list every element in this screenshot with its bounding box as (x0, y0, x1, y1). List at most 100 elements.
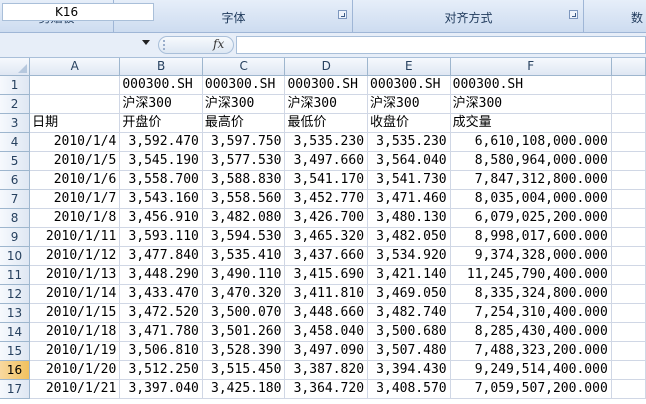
cell-e9[interactable]: 3,482.050 (367, 227, 451, 247)
cell-b12[interactable]: 3,433.470 (119, 284, 203, 304)
cell-f16[interactable]: 9,249,514,400.000 (450, 360, 612, 380)
cell-f17[interactable]: 7,059,507,200.000 (450, 379, 612, 399)
cell-c17[interactable]: 3,425.180 (202, 379, 286, 399)
cell-a2[interactable] (29, 94, 121, 114)
cell-c10[interactable]: 3,535.410 (202, 246, 286, 266)
cell-d5[interactable]: 3,497.660 (284, 151, 369, 171)
row-header[interactable]: 7 (0, 189, 31, 209)
cell-c4[interactable]: 3,597.750 (202, 132, 286, 152)
cell-e17[interactable]: 3,408.570 (367, 379, 451, 399)
column-header-c[interactable]: C (202, 58, 286, 76)
cell-d13[interactable]: 3,448.660 (284, 303, 369, 323)
cell-g15[interactable] (611, 341, 646, 361)
row-header[interactable]: 10 (0, 246, 31, 266)
cell-e4[interactable]: 3,535.230 (367, 132, 451, 152)
cell-b10[interactable]: 3,477.840 (119, 246, 203, 266)
cell-b4[interactable]: 3,592.470 (119, 132, 203, 152)
row-header[interactable]: 16 (0, 360, 31, 380)
cell-c5[interactable]: 3,577.530 (202, 151, 286, 171)
cell-b1[interactable]: 000300.SH (119, 75, 203, 95)
cell-f2[interactable]: 沪深300 (450, 94, 612, 114)
row-header[interactable]: 8 (0, 208, 31, 228)
cell-a13[interactable]: 2010/1/15 (29, 303, 121, 323)
cell-a17[interactable]: 2010/1/21 (29, 379, 121, 399)
cell-c3[interactable]: 最高价 (202, 113, 286, 133)
column-header-e[interactable]: E (367, 58, 451, 76)
cell-a9[interactable]: 2010/1/11 (29, 227, 121, 247)
cell-d6[interactable]: 3,541.170 (284, 170, 369, 190)
column-header-f[interactable]: F (450, 58, 612, 76)
cell-b15[interactable]: 3,506.810 (119, 341, 203, 361)
cell-e10[interactable]: 3,534.920 (367, 246, 451, 266)
cell-g9[interactable] (611, 227, 646, 247)
cell-g8[interactable] (611, 208, 646, 228)
insert-function-button[interactable]: fx (213, 37, 224, 51)
cell-g13[interactable] (611, 303, 646, 323)
cell-d17[interactable]: 3,364.720 (284, 379, 369, 399)
select-all-button[interactable] (0, 58, 31, 76)
cell-e13[interactable]: 3,482.740 (367, 303, 451, 323)
row-header[interactable]: 6 (0, 170, 31, 190)
cell-c12[interactable]: 3,470.320 (202, 284, 286, 304)
cell-a6[interactable]: 2010/1/6 (29, 170, 121, 190)
cell-b13[interactable]: 3,472.520 (119, 303, 203, 323)
cell-e12[interactable]: 3,469.050 (367, 284, 451, 304)
cell-b17[interactable]: 3,397.040 (119, 379, 203, 399)
row-header[interactable]: 15 (0, 341, 31, 361)
cell-g7[interactable] (611, 189, 646, 209)
cell-g6[interactable] (611, 170, 646, 190)
cell-c1[interactable]: 000300.SH (202, 75, 286, 95)
cell-d9[interactable]: 3,465.320 (284, 227, 369, 247)
cell-b5[interactable]: 3,545.190 (119, 151, 203, 171)
cell-g10[interactable] (611, 246, 646, 266)
cell-e16[interactable]: 3,394.430 (367, 360, 451, 380)
cell-f12[interactable]: 8,335,324,800.000 (450, 284, 612, 304)
cell-f6[interactable]: 7,847,312,800.000 (450, 170, 612, 190)
cell-a10[interactable]: 2010/1/12 (29, 246, 121, 266)
formula-input[interactable] (236, 36, 646, 54)
cell-b2[interactable]: 沪深300 (119, 94, 203, 114)
cell-f10[interactable]: 9,374,328,000.000 (450, 246, 612, 266)
cell-d14[interactable]: 3,458.040 (284, 322, 369, 342)
cell-b7[interactable]: 3,543.160 (119, 189, 203, 209)
cell-e8[interactable]: 3,480.130 (367, 208, 451, 228)
cell-g1[interactable] (611, 75, 646, 95)
cell-d11[interactable]: 3,415.690 (284, 265, 369, 285)
cell-e6[interactable]: 3,541.730 (367, 170, 451, 190)
cell-d15[interactable]: 3,497.090 (284, 341, 369, 361)
worksheet-grid[interactable]: A B C D E F 1 000300.SH 000300.SH 000300.SH 000300… (0, 58, 646, 404)
row-header[interactable]: 9 (0, 227, 31, 247)
cell-b8[interactable]: 3,456.910 (119, 208, 203, 228)
cell-c6[interactable]: 3,588.830 (202, 170, 286, 190)
cell-d12[interactable]: 3,411.810 (284, 284, 369, 304)
name-box[interactable]: K16 (2, 3, 154, 21)
cell-a7[interactable]: 2010/1/7 (29, 189, 121, 209)
column-header-overflow[interactable] (611, 58, 646, 76)
cell-f13[interactable]: 7,254,310,400.000 (450, 303, 612, 323)
cell-c2[interactable]: 沪深300 (202, 94, 286, 114)
cell-g3[interactable] (611, 113, 646, 133)
row-header[interactable]: 2 (0, 94, 31, 114)
cell-g17[interactable] (611, 379, 646, 399)
cell-b11[interactable]: 3,448.290 (119, 265, 203, 285)
cell-d16[interactable]: 3,387.820 (284, 360, 369, 380)
cell-e1[interactable]: 000300.SH (367, 75, 451, 95)
cell-f9[interactable]: 8,998,017,600.000 (450, 227, 612, 247)
cell-b14[interactable]: 3,471.780 (119, 322, 203, 342)
cell-e15[interactable]: 3,507.480 (367, 341, 451, 361)
cell-a5[interactable]: 2010/1/5 (29, 151, 121, 171)
cell-d1[interactable]: 000300.SH (284, 75, 369, 95)
cell-e7[interactable]: 3,471.460 (367, 189, 451, 209)
cell-c13[interactable]: 3,500.070 (202, 303, 286, 323)
row-header[interactable]: 17 (0, 379, 31, 399)
row-header[interactable]: 4 (0, 132, 31, 152)
cell-f8[interactable]: 6,079,025,200.000 (450, 208, 612, 228)
cell-c16[interactable]: 3,515.450 (202, 360, 286, 380)
row-header[interactable]: 11 (0, 265, 31, 285)
cell-e2[interactable]: 沪深300 (367, 94, 451, 114)
row-header[interactable]: 14 (0, 322, 31, 342)
dialog-launcher-icon[interactable] (569, 10, 578, 19)
resize-grip-icon[interactable] (163, 40, 170, 50)
cell-c8[interactable]: 3,482.080 (202, 208, 286, 228)
cell-a15[interactable]: 2010/1/19 (29, 341, 121, 361)
